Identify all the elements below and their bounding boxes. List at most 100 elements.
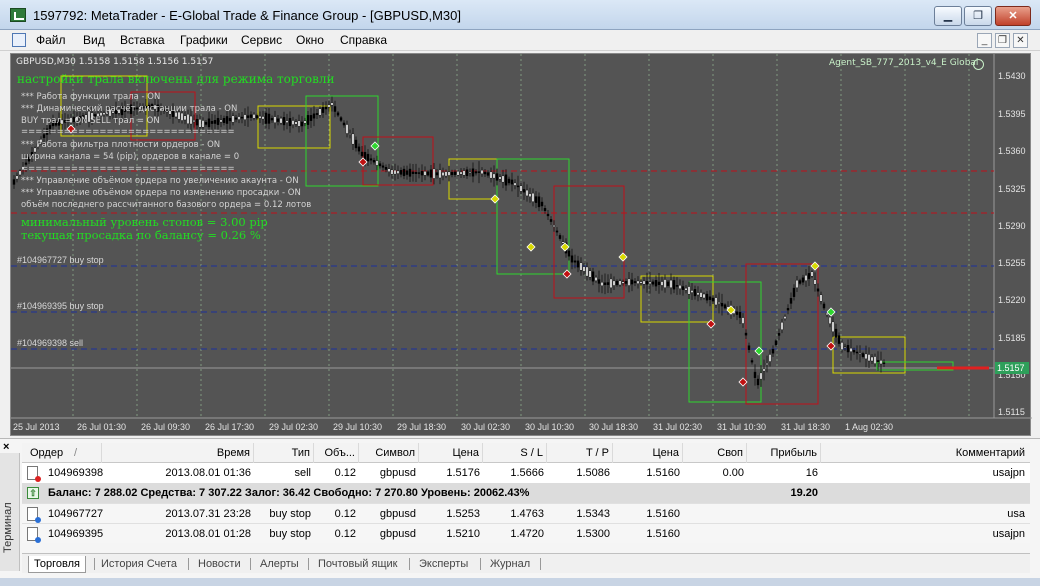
candle-body [342, 122, 346, 126]
tab-mailbox[interactable]: Почтовый ящик [318, 556, 397, 573]
candle-body [561, 241, 565, 244]
time-tick: 26 Jul 09:30 [141, 422, 191, 432]
candle-body [762, 368, 766, 372]
candle-body [549, 219, 553, 222]
candle-body [288, 118, 292, 127]
maximize-button[interactable]: ❐ [964, 6, 992, 26]
column-header-type[interactable]: Тип [254, 443, 314, 463]
minimize-button[interactable]: ▁ [934, 6, 962, 26]
menu-insert[interactable]: Вставка [120, 33, 165, 47]
candle-body [222, 117, 226, 123]
candle-body [279, 117, 283, 124]
candle-body [627, 278, 631, 286]
price-tick: 1.5255 [998, 258, 1026, 268]
tab-experts[interactable]: Эксперты [419, 556, 468, 573]
candle-body [480, 169, 484, 175]
candle-body [477, 171, 481, 173]
mdi-minimize-button[interactable]: _ [977, 33, 992, 48]
expert-advisor-name[interactable]: Agent_SB_777_2013_v4_E Global [829, 58, 978, 68]
column-header-volume[interactable]: Объ... [314, 443, 359, 463]
candle-body [615, 280, 619, 286]
candle-body [204, 122, 208, 125]
candle-body [324, 106, 328, 110]
column-header-time[interactable]: Время [102, 443, 254, 463]
menu-view[interactable]: Вид [83, 33, 105, 47]
menu-help[interactable]: Справка [340, 33, 387, 47]
order-label-104969398[interactable]: #104969398 sell [17, 338, 83, 348]
candle-body [780, 322, 784, 330]
candle-body [474, 171, 478, 174]
candle-body [750, 360, 754, 363]
order-time: 2013.08.01 01:28 [165, 528, 251, 540]
candle-body [321, 107, 325, 113]
order-swap: 0.00 [722, 467, 744, 479]
candle-body [237, 116, 241, 120]
column-header-current-price[interactable]: Цена [613, 443, 683, 463]
candle-body [585, 266, 589, 277]
candle-body [879, 360, 883, 365]
candle-body [216, 117, 220, 125]
column-header-price[interactable]: Цена [419, 443, 483, 463]
order-comment: usa [1007, 508, 1025, 520]
candle-body [855, 351, 859, 354]
close-button[interactable]: ✕ [995, 6, 1031, 26]
info-line: *** Динамический расчёт дистанции трала … [21, 104, 238, 114]
order-number: 104969398 [48, 467, 104, 479]
candle-body [504, 174, 508, 186]
candle-body [534, 196, 538, 203]
tab-alerts[interactable]: Алерты [260, 556, 299, 573]
candle-body [210, 120, 214, 124]
table-row[interactable]: 104967727 2013.07.31 23:28 buy stop 0.12… [22, 503, 1030, 523]
tab-trade[interactable]: Торговля [28, 556, 86, 573]
mdi-close-button[interactable]: ✕ [1013, 33, 1028, 48]
table-row[interactable]: 104969398 2013.08.01 01:36 sell 0.12 gbp… [22, 463, 1030, 483]
tab-account-history[interactable]: История Счета [101, 556, 177, 573]
candle-body [579, 262, 583, 271]
time-tick: 31 Jul 10:30 [717, 422, 767, 432]
candle-body [639, 281, 643, 284]
price-tick: 1.5325 [998, 184, 1026, 194]
mdi-restore-button[interactable]: ❐ [995, 33, 1010, 48]
order-stop-loss: 1.5666 [510, 467, 544, 479]
candle-body [420, 171, 424, 176]
trade-marker [526, 242, 536, 252]
terminal-close-button[interactable]: × [3, 441, 9, 453]
candle-body [864, 353, 868, 360]
table-row[interactable]: 104969395 2013.08.01 01:28 buy stop 0.12… [22, 523, 1030, 543]
candle-body [543, 208, 547, 211]
menu-charts[interactable]: Графики [180, 33, 228, 47]
buy-stop-order-icon [27, 507, 41, 523]
order-type: buy stop [269, 528, 311, 540]
menu-window[interactable]: Окно [296, 33, 324, 47]
tab-news[interactable]: Новости [198, 556, 241, 573]
chart-window-icon[interactable] [12, 33, 26, 47]
menu-tools[interactable]: Сервис [241, 33, 282, 47]
drawdown-text: текущая просадка по балансу = 0.26 % [21, 228, 261, 242]
time-tick: 31 Jul 18:30 [781, 422, 831, 432]
candle-body [405, 170, 409, 175]
order-label-104967727[interactable]: #104967727 buy stop [17, 255, 104, 265]
candle-body [522, 189, 526, 193]
candle-body [402, 168, 406, 177]
tab-journal[interactable]: Журнал [490, 556, 530, 573]
column-header-tp[interactable]: T / P [547, 443, 613, 463]
column-header-comment[interactable]: Комментарий [821, 443, 1030, 463]
candle-body [528, 193, 532, 198]
column-header-profit[interactable]: Прибыль [747, 443, 821, 463]
candle-body [753, 371, 757, 378]
candle-body [645, 280, 649, 285]
candle-body [351, 133, 355, 145]
terminal-panel: × Терминал Ордер / Время Тип Объ... Симв… [0, 438, 1040, 586]
column-header-symbol[interactable]: Символ [359, 443, 419, 463]
candle-body [618, 280, 622, 286]
order-label-104969395[interactable]: #104969395 buy stop [17, 301, 104, 311]
column-header-sl[interactable]: S / L [483, 443, 547, 463]
candle-body [435, 172, 439, 176]
price-tick: 1.5220 [998, 295, 1026, 305]
menu-file[interactable]: Файл [36, 33, 66, 47]
candle-body [633, 281, 637, 284]
menu-bar: Файл Вид Вставка Графики Сервис Окно Спр… [0, 30, 1040, 51]
order-symbol: gbpusd [379, 508, 416, 520]
column-header-swap[interactable]: Своп [683, 443, 747, 463]
price-chart[interactable]: GBPUSD,M30 1.5158 1.5158 1.5156 1.5157 A… [10, 53, 1032, 436]
